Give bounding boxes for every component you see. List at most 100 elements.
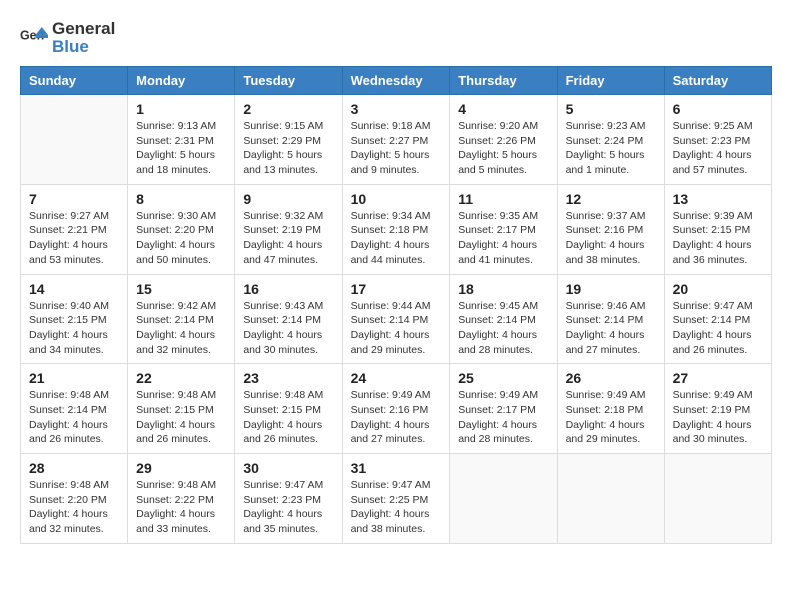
day-number: 7	[29, 191, 119, 207]
calendar-week-4: 21 Sunrise: 9:48 AM Sunset: 2:14 PM Dayli…	[21, 364, 772, 454]
calendar-week-3: 14 Sunrise: 9:40 AM Sunset: 2:15 PM Dayli…	[21, 274, 772, 364]
calendar-cell: 2 Sunrise: 9:15 AM Sunset: 2:29 PM Daylig…	[235, 95, 342, 185]
day-info: Sunrise: 9:37 AM Sunset: 2:16 PM Dayligh…	[566, 209, 656, 268]
calendar-cell: 22 Sunrise: 9:48 AM Sunset: 2:15 PM Dayli…	[128, 364, 235, 454]
day-number: 19	[566, 281, 656, 297]
weekday-header-sunday: Sunday	[21, 67, 128, 95]
calendar-header-row: SundayMondayTuesdayWednesdayThursdayFrid…	[21, 67, 772, 95]
weekday-header-friday: Friday	[557, 67, 664, 95]
calendar-cell: 16Sunrise: 9:43 AM Sunset: 2:14 PM Dayli…	[235, 274, 342, 364]
day-number: 11	[458, 191, 548, 207]
day-info: Sunrise: 9:47 AM Sunset: 2:14 PM Dayligh…	[673, 299, 763, 358]
weekday-header-monday: Monday	[128, 67, 235, 95]
day-number: 12	[566, 191, 656, 207]
day-info: Sunrise: 9:48 AM Sunset: 2:22 PM Dayligh…	[136, 478, 226, 537]
day-number: 26	[566, 370, 656, 386]
day-info: Sunrise: 9:48 AM Sunset: 2:15 PM Dayligh…	[136, 388, 226, 447]
weekday-header-thursday: Thursday	[450, 67, 557, 95]
day-number: 18	[458, 281, 548, 297]
day-number: 16	[243, 281, 333, 297]
calendar-cell: 29 Sunrise: 9:48 AM Sunset: 2:22 PM Dayli…	[128, 454, 235, 544]
day-info: Sunrise: 9:49 AM Sunset: 2:16 PM Dayligh…	[351, 388, 442, 447]
calendar-cell: 7 Sunrise: 9:27 AM Sunset: 2:21 PM Daylig…	[21, 184, 128, 274]
calendar-cell: 12 Sunrise: 9:37 AM Sunset: 2:16 PM Dayli…	[557, 184, 664, 274]
day-number: 21	[29, 370, 119, 386]
day-number: 20	[673, 281, 763, 297]
calendar-cell: 25Sunrise: 9:49 AM Sunset: 2:17 PM Dayli…	[450, 364, 557, 454]
calendar-cell: 10 Sunrise: 9:34 AM Sunset: 2:18 PM Dayli…	[342, 184, 450, 274]
calendar-cell: 17 Sunrise: 9:44 AM Sunset: 2:14 PM Dayli…	[342, 274, 450, 364]
day-number: 8	[136, 191, 226, 207]
day-number: 24	[351, 370, 442, 386]
day-number: 4	[458, 101, 548, 117]
day-info: Sunrise: 9:25 AM Sunset: 2:23 PM Dayligh…	[673, 119, 763, 178]
logo: Gen General Blue	[20, 20, 115, 56]
day-info: Sunrise: 9:45 AM Sunset: 2:14 PM Dayligh…	[458, 299, 548, 358]
calendar-cell: 14 Sunrise: 9:40 AM Sunset: 2:15 PM Dayli…	[21, 274, 128, 364]
day-info: Sunrise: 9:27 AM Sunset: 2:21 PM Dayligh…	[29, 209, 119, 268]
day-info: Sunrise: 9:49 AM Sunset: 2:18 PM Dayligh…	[566, 388, 656, 447]
day-info: Sunrise: 9:32 AM Sunset: 2:19 PM Dayligh…	[243, 209, 333, 268]
calendar-cell	[450, 454, 557, 544]
day-number: 28	[29, 460, 119, 476]
calendar-cell: 8 Sunrise: 9:30 AM Sunset: 2:20 PM Daylig…	[128, 184, 235, 274]
logo-icon: Gen	[20, 24, 48, 52]
day-number: 15	[136, 281, 226, 297]
day-number: 10	[351, 191, 442, 207]
logo-blue: Blue	[52, 37, 89, 56]
day-info: Sunrise: 9:13 AM Sunset: 2:31 PM Dayligh…	[136, 119, 226, 178]
calendar-week-2: 7 Sunrise: 9:27 AM Sunset: 2:21 PM Daylig…	[21, 184, 772, 274]
day-number: 2	[243, 101, 333, 117]
day-number: 30	[243, 460, 333, 476]
calendar-cell: 1Sunrise: 9:13 AM Sunset: 2:31 PM Daylig…	[128, 95, 235, 185]
calendar-cell: 3 Sunrise: 9:18 AM Sunset: 2:27 PM Daylig…	[342, 95, 450, 185]
calendar-cell	[557, 454, 664, 544]
day-number: 14	[29, 281, 119, 297]
calendar-cell	[664, 454, 771, 544]
calendar-cell: 9 Sunrise: 9:32 AM Sunset: 2:19 PM Daylig…	[235, 184, 342, 274]
calendar-cell: 20 Sunrise: 9:47 AM Sunset: 2:14 PM Dayli…	[664, 274, 771, 364]
calendar-cell: 15 Sunrise: 9:42 AM Sunset: 2:14 PM Dayli…	[128, 274, 235, 364]
day-info: Sunrise: 9:34 AM Sunset: 2:18 PM Dayligh…	[351, 209, 442, 268]
calendar-cell: 5Sunrise: 9:23 AM Sunset: 2:24 PM Daylig…	[557, 95, 664, 185]
day-number: 27	[673, 370, 763, 386]
day-number: 22	[136, 370, 226, 386]
calendar-cell: 28Sunrise: 9:48 AM Sunset: 2:20 PM Dayli…	[21, 454, 128, 544]
day-number: 6	[673, 101, 763, 117]
day-info: Sunrise: 9:20 AM Sunset: 2:26 PM Dayligh…	[458, 119, 548, 178]
calendar-cell: 6 Sunrise: 9:25 AM Sunset: 2:23 PM Daylig…	[664, 95, 771, 185]
day-info: Sunrise: 9:49 AM Sunset: 2:19 PM Dayligh…	[673, 388, 763, 447]
day-info: Sunrise: 9:42 AM Sunset: 2:14 PM Dayligh…	[136, 299, 226, 358]
calendar-cell: 23Sunrise: 9:48 AM Sunset: 2:15 PM Dayli…	[235, 364, 342, 454]
calendar-cell: 31Sunrise: 9:47 AM Sunset: 2:25 PM Dayli…	[342, 454, 450, 544]
logo-general: General	[52, 19, 115, 38]
calendar-cell: 26 Sunrise: 9:49 AM Sunset: 2:18 PM Dayli…	[557, 364, 664, 454]
calendar-week-5: 28Sunrise: 9:48 AM Sunset: 2:20 PM Dayli…	[21, 454, 772, 544]
day-number: 17	[351, 281, 442, 297]
day-info: Sunrise: 9:49 AM Sunset: 2:17 PM Dayligh…	[458, 388, 548, 447]
day-info: Sunrise: 9:30 AM Sunset: 2:20 PM Dayligh…	[136, 209, 226, 268]
day-info: Sunrise: 9:39 AM Sunset: 2:15 PM Dayligh…	[673, 209, 763, 268]
day-info: Sunrise: 9:40 AM Sunset: 2:15 PM Dayligh…	[29, 299, 119, 358]
calendar-cell: 19Sunrise: 9:46 AM Sunset: 2:14 PM Dayli…	[557, 274, 664, 364]
day-number: 29	[136, 460, 226, 476]
calendar-cell: 11 Sunrise: 9:35 AM Sunset: 2:17 PM Dayli…	[450, 184, 557, 274]
calendar-week-1: 1Sunrise: 9:13 AM Sunset: 2:31 PM Daylig…	[21, 95, 772, 185]
weekday-header-wednesday: Wednesday	[342, 67, 450, 95]
day-info: Sunrise: 9:48 AM Sunset: 2:15 PM Dayligh…	[243, 388, 333, 447]
day-info: Sunrise: 9:35 AM Sunset: 2:17 PM Dayligh…	[458, 209, 548, 268]
calendar-table: SundayMondayTuesdayWednesdayThursdayFrid…	[20, 66, 772, 544]
calendar-cell: 30Sunrise: 9:47 AM Sunset: 2:23 PM Dayli…	[235, 454, 342, 544]
day-number: 9	[243, 191, 333, 207]
weekday-header-saturday: Saturday	[664, 67, 771, 95]
day-info: Sunrise: 9:18 AM Sunset: 2:27 PM Dayligh…	[351, 119, 442, 178]
day-info: Sunrise: 9:15 AM Sunset: 2:29 PM Dayligh…	[243, 119, 333, 178]
calendar-cell	[21, 95, 128, 185]
day-number: 13	[673, 191, 763, 207]
day-number: 5	[566, 101, 656, 117]
day-info: Sunrise: 9:48 AM Sunset: 2:14 PM Dayligh…	[29, 388, 119, 447]
day-info: Sunrise: 9:47 AM Sunset: 2:25 PM Dayligh…	[351, 478, 442, 537]
calendar-cell: 18 Sunrise: 9:45 AM Sunset: 2:14 PM Dayli…	[450, 274, 557, 364]
day-info: Sunrise: 9:44 AM Sunset: 2:14 PM Dayligh…	[351, 299, 442, 358]
day-number: 3	[351, 101, 442, 117]
